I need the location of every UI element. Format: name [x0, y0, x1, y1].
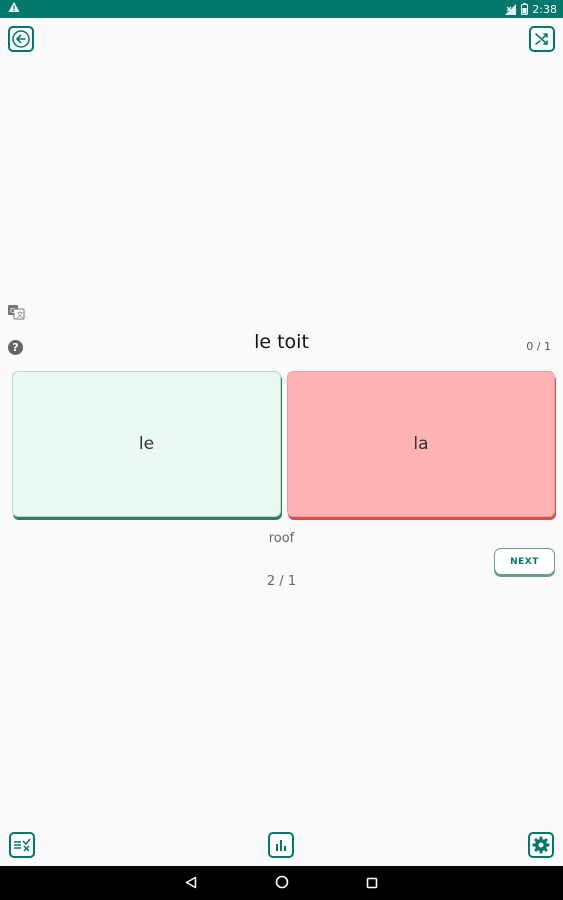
system-nav-bar	[0, 866, 563, 900]
translate-icon[interactable]: G文	[7, 303, 25, 321]
answer-list-button[interactable]	[9, 832, 35, 858]
statistics-button[interactable]	[268, 832, 294, 858]
nav-home-button[interactable]	[262, 866, 302, 900]
shuffle-button[interactable]	[529, 26, 555, 52]
triangle-back-icon	[185, 874, 197, 893]
status-right-group: 2:38	[505, 0, 557, 18]
answer-option-wrong[interactable]: la	[287, 371, 555, 517]
settings-button[interactable]	[528, 832, 554, 858]
translation-text: roof	[268, 531, 295, 546]
progress-counter: 2 / 1	[266, 574, 297, 589]
status-bar: 2:38	[0, 0, 563, 18]
check-list-icon	[13, 838, 31, 852]
nav-back-button[interactable]	[171, 866, 211, 900]
battery-icon	[521, 3, 529, 15]
warning-icon	[8, 1, 20, 17]
answer-option-label: la	[413, 434, 429, 454]
signal-icon	[505, 3, 517, 15]
answer-option-correct[interactable]: le	[12, 371, 281, 517]
shuffle-icon	[534, 31, 550, 47]
nav-recents-button[interactable]	[352, 866, 392, 900]
svg-text:G: G	[10, 307, 15, 315]
question-word: le toit	[254, 331, 309, 353]
arrow-left-icon	[12, 30, 30, 48]
circle-home-icon	[275, 874, 289, 893]
svg-text:文: 文	[17, 310, 24, 319]
answer-option-label: le	[138, 434, 155, 454]
next-button[interactable]: NEXT	[494, 548, 555, 575]
settings-gear-icon	[532, 836, 550, 854]
square-recents-icon	[366, 874, 378, 893]
status-time: 2:38	[532, 2, 557, 16]
score-counter: 0 / 1	[526, 340, 551, 353]
bar-chart-icon	[274, 838, 288, 852]
back-button[interactable]	[8, 26, 34, 52]
